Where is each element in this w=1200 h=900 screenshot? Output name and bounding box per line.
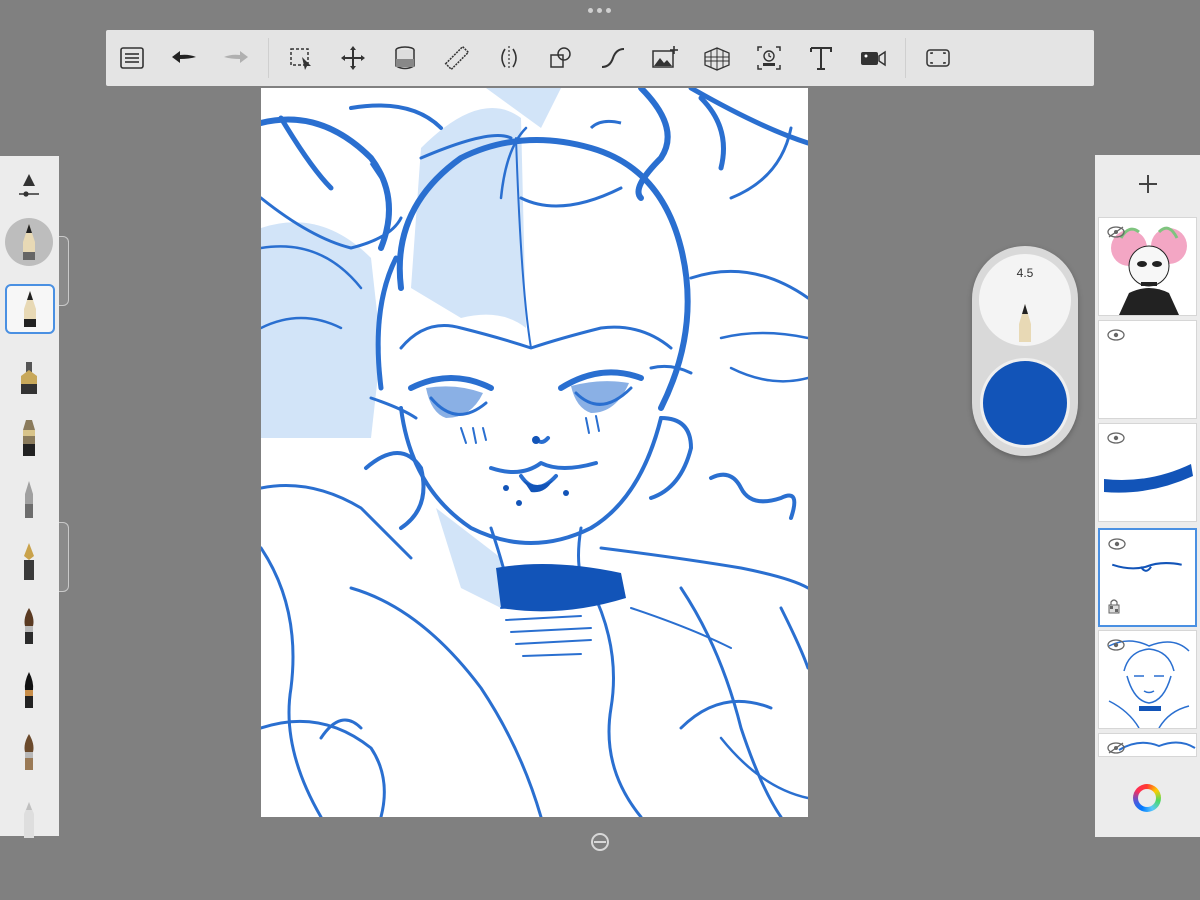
fullscreen-icon	[926, 49, 950, 67]
undo-button[interactable]	[158, 35, 210, 81]
redo-button[interactable]	[210, 35, 262, 81]
layer-thumbnail-2[interactable]	[1098, 320, 1197, 419]
multitasking-handle[interactable]	[588, 8, 611, 13]
brush-properties-icon	[19, 174, 39, 197]
brush-ink-brush[interactable]	[5, 666, 53, 714]
layer-thumbnail-3[interactable]	[1098, 423, 1197, 522]
layers-menu-button[interactable]	[106, 35, 158, 81]
brush-palette	[0, 156, 59, 838]
list-icon	[120, 47, 144, 69]
brush-palette-tab-top[interactable]	[59, 236, 69, 306]
brush-size-control[interactable]: 4.5	[979, 254, 1071, 346]
video-camera-icon	[861, 50, 886, 67]
marker-icon	[21, 362, 37, 394]
fullscreen-button[interactable]	[912, 35, 964, 81]
perspective-grid-icon	[704, 47, 730, 71]
lock-transparency-icon[interactable]	[1108, 598, 1120, 614]
brush-eraser[interactable]	[5, 792, 53, 840]
top-toolbar	[106, 30, 1094, 86]
brush-fountain-pen[interactable]	[5, 538, 53, 586]
brush-pencil-preview[interactable]	[5, 218, 53, 266]
symmetry-button[interactable]	[483, 35, 535, 81]
hidden-eye-icon[interactable]	[1107, 742, 1125, 754]
undo-arrow-icon	[172, 51, 196, 63]
color-wheel-button[interactable]	[1133, 784, 1161, 812]
brush-marker[interactable]	[5, 352, 53, 400]
text-icon	[810, 47, 832, 70]
perspective-button[interactable]	[691, 35, 743, 81]
add-image-icon	[652, 46, 678, 68]
ink-brush-icon	[24, 672, 34, 708]
transform-button[interactable]	[327, 35, 379, 81]
current-color-swatch[interactable]	[980, 358, 1070, 448]
brush-paint-brush[interactable]	[5, 602, 53, 650]
shapes-icon	[550, 47, 571, 68]
paint-brush-icon	[24, 608, 34, 644]
paint-bucket-icon	[395, 46, 415, 70]
eye-icon[interactable]	[1108, 538, 1126, 550]
layers-panel	[1095, 155, 1200, 837]
watercolor-brush-icon	[24, 734, 34, 770]
brush-watercolor[interactable]	[5, 728, 53, 776]
selection-button[interactable]	[275, 35, 327, 81]
brush-airbrush[interactable]	[5, 414, 53, 462]
fountain-pen-icon	[24, 543, 34, 580]
pencil-tip-icon	[1019, 304, 1031, 342]
brush-settings-button[interactable]	[5, 168, 53, 208]
brush-ballpoint[interactable]	[5, 476, 53, 524]
sketch-artwork	[261, 88, 808, 817]
ruler-icon	[444, 45, 470, 71]
hidden-eye-icon[interactable]	[1107, 226, 1125, 238]
shape-button[interactable]	[535, 35, 587, 81]
eye-icon[interactable]	[1107, 432, 1125, 444]
brush-pencil[interactable]	[5, 284, 55, 334]
symmetry-icon	[501, 46, 517, 70]
add-layer-button[interactable]	[1095, 155, 1200, 213]
brush-palette-tab-bottom[interactable]	[59, 522, 69, 592]
text-button[interactable]	[795, 35, 847, 81]
image-button[interactable]	[639, 35, 691, 81]
redo-arrow-icon	[224, 51, 248, 63]
eye-icon[interactable]	[1107, 639, 1125, 651]
layer-thumbnail-6[interactable]	[1098, 733, 1197, 757]
brush-size-value: 4.5	[1016, 266, 1034, 280]
ballpoint-icon	[25, 481, 33, 518]
pencil-icon	[24, 291, 36, 327]
fill-button[interactable]	[379, 35, 431, 81]
time-lapse-button[interactable]	[743, 35, 795, 81]
ruler-button[interactable]	[431, 35, 483, 81]
move-arrows-icon	[341, 46, 365, 70]
drawing-canvas[interactable]	[261, 88, 808, 817]
layer-thumbnail-1[interactable]	[1098, 217, 1197, 316]
brush-puck[interactable]: 4.5	[972, 246, 1078, 456]
plus-icon	[1138, 175, 1157, 193]
marquee-select-icon	[290, 48, 311, 70]
canvas-rotate-handle[interactable]	[590, 832, 610, 852]
record-button[interactable]	[847, 35, 899, 81]
eye-icon[interactable]	[1107, 329, 1125, 341]
pencil-icon	[23, 224, 35, 260]
curve-button[interactable]	[587, 35, 639, 81]
layer-thumbnail-5[interactable]	[1098, 630, 1197, 729]
timelapse-icon	[757, 46, 781, 70]
curve-icon	[601, 48, 625, 68]
eraser-icon	[24, 802, 34, 838]
airbrush-icon	[23, 420, 35, 456]
layer-thumbnail-4-active[interactable]	[1098, 528, 1197, 627]
